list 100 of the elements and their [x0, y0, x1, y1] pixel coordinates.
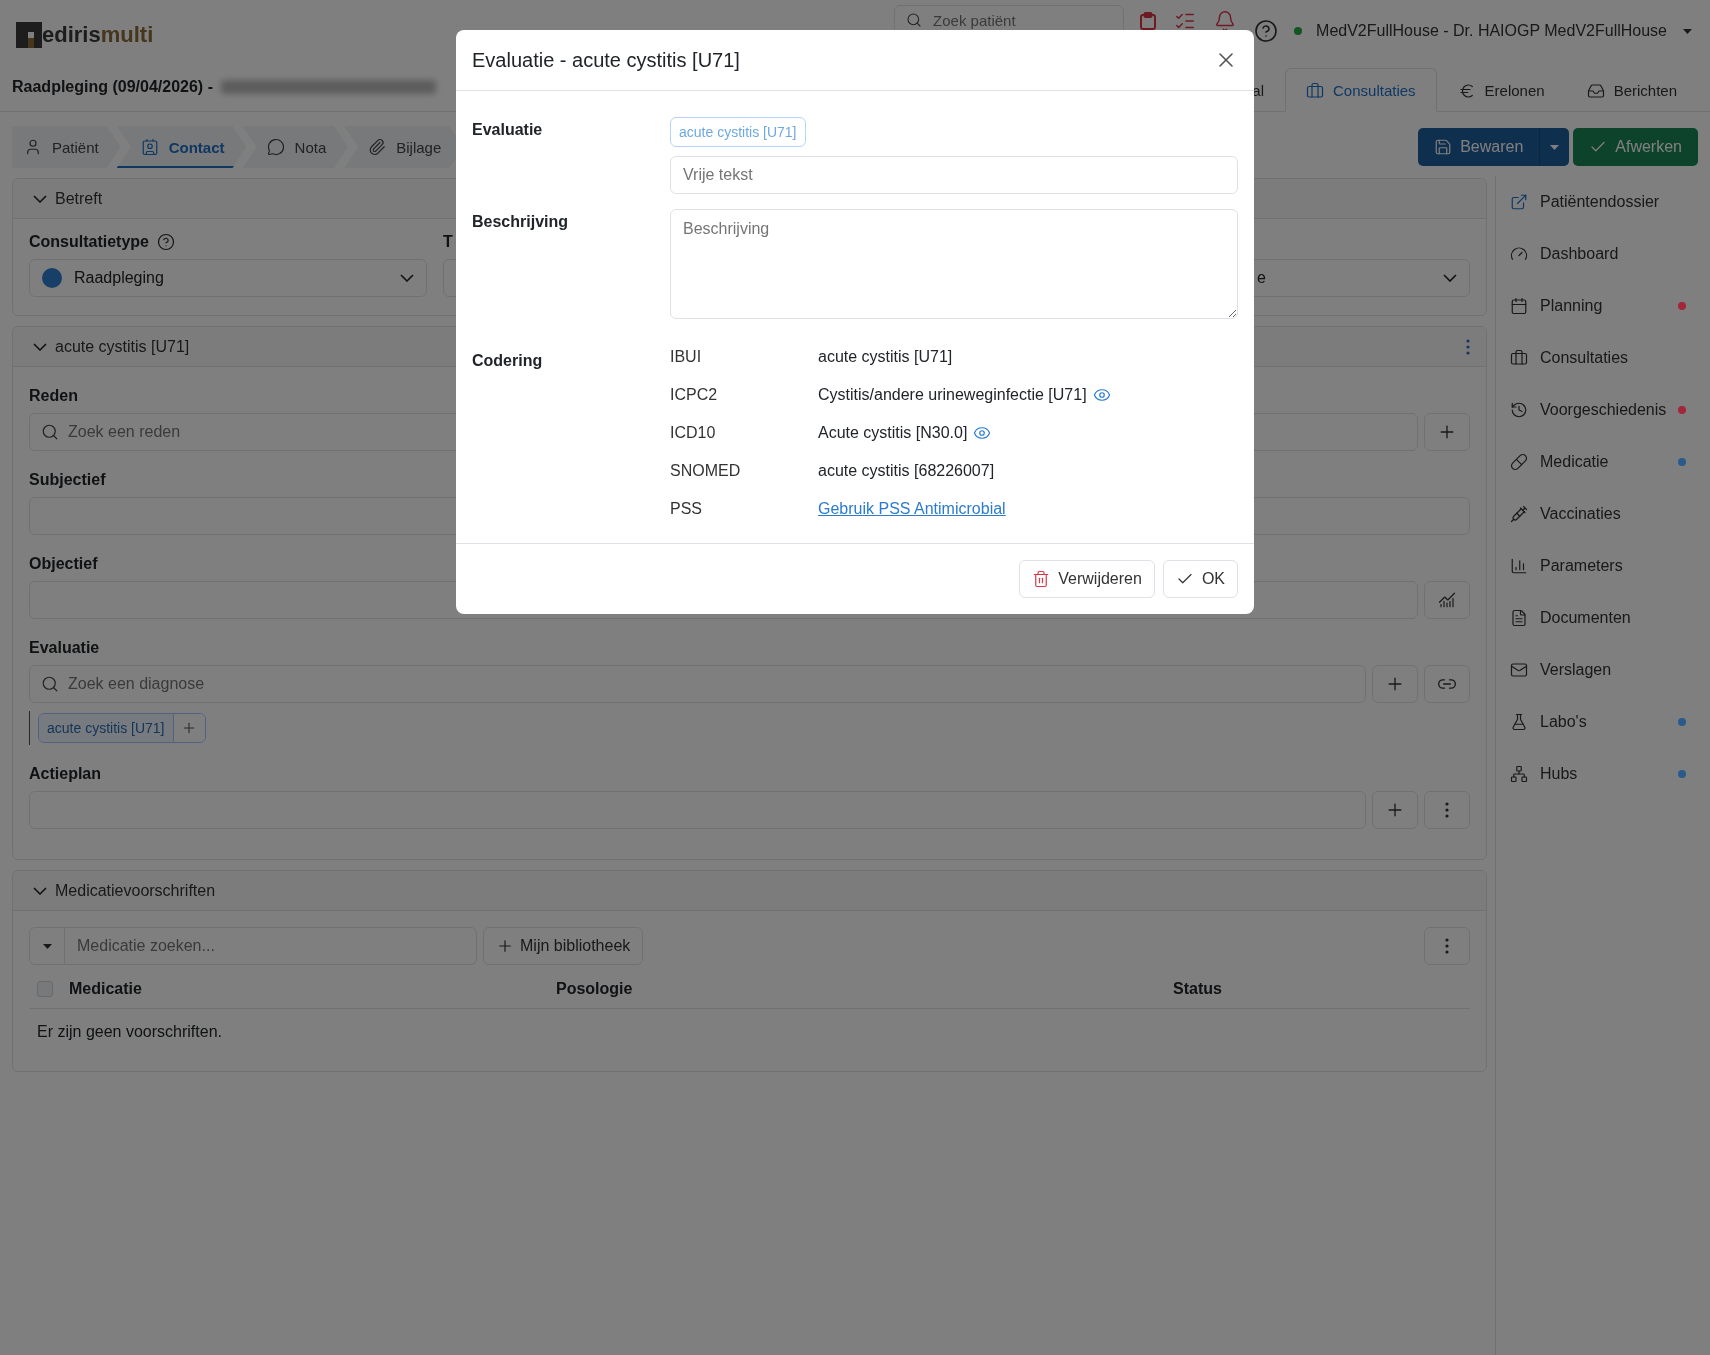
calendar-icon — [1510, 297, 1528, 315]
step-tab[interactable]: Nota — [242, 126, 349, 168]
consultation-title: Raadpleging (09/04/2026) - — [12, 77, 213, 96]
add-button[interactable] — [1372, 791, 1418, 829]
code-system: IBUI — [670, 348, 702, 366]
sidebar-item[interactable]: Verslagen — [1496, 644, 1710, 696]
field-label: Beschrijving — [472, 212, 569, 231]
column-header: Posologie — [556, 979, 633, 998]
sidebar-item[interactable]: Consultaties — [1496, 332, 1710, 384]
status-dot — [1294, 27, 1303, 35]
chevron-icon — [33, 194, 47, 203]
field-label: Objectief — [29, 555, 98, 573]
logo-text: edirismulti — [42, 22, 154, 48]
save-button[interactable]: Bewaren — [1418, 128, 1540, 166]
logo-icon — [16, 22, 42, 48]
trash-icon — [1032, 570, 1051, 588]
add-button[interactable] — [1424, 413, 1470, 451]
diagnosis-tag[interactable]: acute cystitis [U71] — [39, 714, 173, 742]
code-system: ICD10 — [670, 424, 716, 442]
network-icon — [1510, 765, 1528, 783]
finish-button[interactable]: Afwerken — [1573, 128, 1698, 166]
page-tab[interactable]: Consultaties — [1285, 68, 1437, 112]
add-button[interactable] — [1372, 665, 1418, 703]
clipboard-button[interactable] — [1138, 10, 1159, 32]
code-system: ICPC2 — [670, 386, 718, 404]
delete-button[interactable]: Verwijderen — [1019, 560, 1155, 598]
sidebar-item[interactable]: Dashboard — [1496, 228, 1710, 280]
user-name: MedV2FullHouse - Dr. HAIOGP MedV2FullHouse — [1316, 22, 1667, 40]
chevron-icon — [33, 342, 47, 351]
speech-bubble-icon — [266, 138, 285, 156]
more-button[interactable] — [1424, 791, 1470, 829]
kebab-icon — [1445, 802, 1449, 818]
pss-link[interactable]: Gebruik PSS Antimicrobial — [818, 500, 1006, 518]
kebab-icon — [1466, 338, 1470, 355]
field-label: T — [443, 233, 453, 251]
sidebar-item[interactable]: Medicatie — [1496, 436, 1710, 488]
external-link-icon — [1510, 193, 1528, 211]
link-button[interactable] — [1424, 665, 1470, 703]
plus-icon — [181, 720, 197, 736]
section-title: Medicatievoorschriften — [55, 881, 216, 900]
medication-search-field[interactable]: Medicatie zoeken... — [65, 927, 477, 965]
search-field[interactable]: Zoek een diagnose — [29, 665, 1366, 703]
column-header: Status — [1173, 979, 1222, 998]
save-options-button[interactable] — [1539, 128, 1570, 166]
sidebar-item[interactable]: Documenten — [1496, 592, 1710, 644]
chevron-icon — [400, 274, 414, 282]
page-tab[interactable]: Erelonen — [1436, 68, 1566, 112]
chart-icon — [1510, 557, 1528, 575]
description-field[interactable]: Beschrijving — [670, 209, 1238, 319]
section-title: acute cystitis [U71] — [55, 337, 190, 356]
briefcase-icon — [1306, 81, 1325, 100]
user-icon — [24, 138, 42, 156]
section-title: Betreft — [55, 189, 103, 208]
user-menu-button[interactable] — [1681, 26, 1694, 36]
field-label: Codering — [472, 351, 543, 370]
more-button[interactable] — [1424, 927, 1470, 965]
field-label: Consultatietype — [29, 233, 175, 251]
syringe-icon — [1510, 505, 1528, 523]
type-dot — [42, 268, 62, 288]
sidebar-item[interactable]: Parameters — [1496, 540, 1710, 592]
plus-icon — [496, 937, 514, 955]
add-button[interactable] — [172, 714, 205, 742]
code-system: PSS — [670, 500, 702, 518]
empty-message: Er zijn geen voorschriften. — [36, 1022, 223, 1042]
caret-icon — [42, 943, 52, 949]
library-button[interactable]: Mijn bibliotheek — [483, 927, 644, 965]
sidebar-item[interactable]: Hubs — [1496, 748, 1710, 800]
diagnosis-tag[interactable]: acute cystitis [U71] — [670, 117, 806, 147]
contact-card-icon — [140, 138, 159, 156]
gauge-icon — [1510, 245, 1528, 263]
sidebar-item[interactable]: Planning — [1496, 280, 1710, 332]
mail-icon — [1510, 661, 1528, 679]
help-icon — [1254, 19, 1279, 43]
bell-icon — [1214, 10, 1237, 32]
code-value: acute cystitis [U71] — [818, 348, 953, 366]
chart-button[interactable] — [1424, 581, 1470, 619]
field-label: Evaluatie — [472, 120, 543, 139]
code-system: SNOMED — [670, 462, 741, 480]
free-text-field[interactable]: Vrije tekst — [670, 156, 1238, 194]
inbox-icon — [1586, 81, 1605, 100]
sidebar-item[interactable]: Voorgeschiedenis — [1496, 384, 1710, 436]
select-all-checkbox[interactable] — [37, 980, 53, 997]
code-value: Cystitis/andere urineweginfectie [U71] — [818, 386, 1087, 404]
field-label: Reden — [29, 387, 78, 405]
page-tab[interactable]: Berichten — [1565, 68, 1698, 112]
sidebar-item[interactable]: Vaccinaties — [1496, 488, 1710, 540]
column-header: Medicatie — [69, 979, 142, 998]
flask-icon — [1510, 713, 1528, 731]
chart-icon — [1438, 591, 1456, 609]
sidebar-item[interactable]: Patiëntendossier — [1496, 176, 1710, 228]
pill-icon — [1510, 453, 1528, 471]
ok-button[interactable]: OK — [1162, 560, 1238, 598]
step-tab[interactable]: Contact — [116, 126, 247, 168]
code-value: Acute cystitis [N30.0] — [818, 424, 968, 442]
document-icon — [1510, 609, 1528, 627]
step-tab[interactable]: Patiënt — [12, 126, 121, 168]
consultation-type-select[interactable]: Raadpleging — [29, 259, 427, 297]
sidebar-item[interactable]: Labo's — [1496, 696, 1710, 748]
field-label: Subjectief — [29, 471, 106, 489]
field-label: Actieplan — [29, 765, 101, 783]
